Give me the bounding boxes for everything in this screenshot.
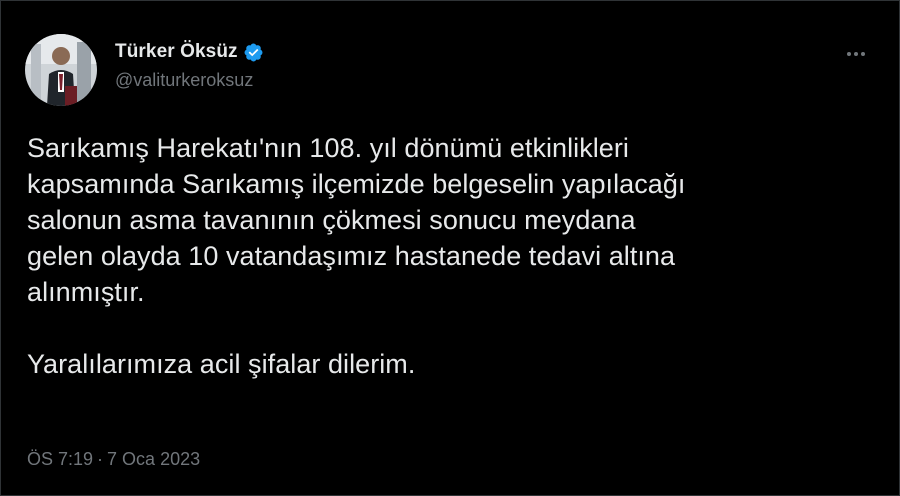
tweet-time[interactable]: ÖS 7:19 [27,449,93,469]
tweet-text: Sarıkamış Harekatı'nın 108. yıl dönümü e… [27,133,686,379]
tweet-meta: ÖS 7:19 · 7 Oca 2023 [27,449,200,470]
author-names: Türker Öksüz @valiturkeroksuz [115,40,264,91]
display-name[interactable]: Türker Öksüz [115,41,238,63]
more-options-button[interactable] [843,41,869,67]
display-name-row: Türker Öksüz [115,40,264,64]
meta-separator: · [97,449,104,469]
avatar[interactable] [25,34,97,106]
tweet-date[interactable]: 7 Oca 2023 [107,449,200,469]
tweet-card: Türker Öksüz @valiturkeroksuz Sarıkamış … [0,0,900,496]
avatar-photo [25,34,97,106]
verified-badge-icon [243,42,264,63]
more-options-icon [847,52,865,56]
tweet-header: Türker Öksüz @valiturkeroksuz [25,34,264,106]
author-handle[interactable]: @valiturkeroksuz [115,70,264,91]
